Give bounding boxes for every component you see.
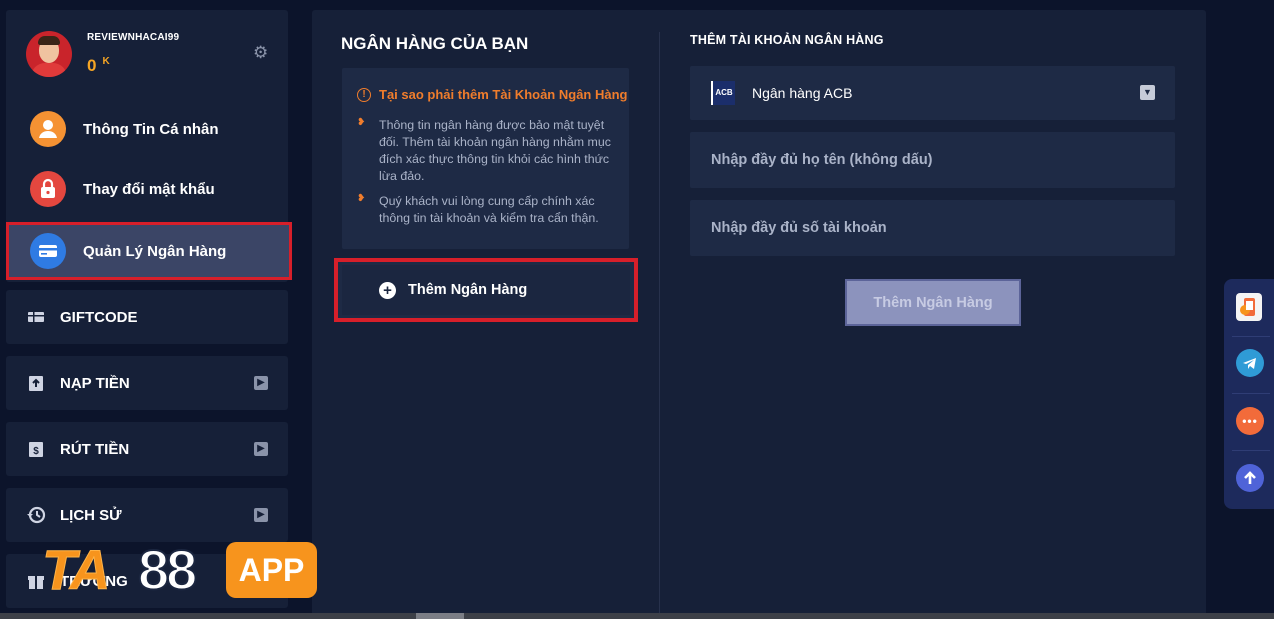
app-download-icon[interactable] (1236, 293, 1262, 321)
history-icon (26, 505, 46, 525)
info-bullet-text: Thông tin ngân hàng được bảo mật tuyệt đ… (379, 118, 611, 183)
avatar[interactable] (26, 31, 72, 77)
deposit-icon (26, 373, 46, 393)
bank-select[interactable]: ACB Ngân hàng ACB ▼ (690, 66, 1175, 120)
column-divider (659, 32, 660, 619)
acb-logo: ACB (711, 81, 735, 105)
warning-icon: ! (357, 87, 371, 102)
plus-icon: + (379, 281, 396, 299)
arrow-down-icon: ❥ (357, 117, 366, 128)
balance-value: 0 (87, 56, 97, 75)
scrollbar-thumb[interactable] (416, 613, 464, 619)
nav-label: RÚT TIỀN (60, 440, 130, 458)
gear-icon[interactable]: ⚙ (253, 44, 269, 61)
account-name-input[interactable] (690, 132, 1175, 188)
nav-label: LỊCH SỬ (60, 506, 122, 524)
withdraw-icon: $ (26, 439, 46, 459)
info-heading-text: Tại sao phải thêm Tài Khoản Ngân Hàng (379, 87, 628, 102)
nav-history[interactable]: LỊCH SỬ ▶ (6, 488, 288, 542)
chevron-down-icon[interactable]: ▼ (1140, 85, 1155, 100)
page-title: NGÂN HÀNG CỦA BẠN (341, 34, 529, 53)
account-number-field[interactable] (690, 200, 1175, 256)
horizontal-scrollbar[interactable] (0, 613, 1274, 619)
info-heading: ! Tại sao phải thêm Tài Khoản Ngân Hàng (357, 87, 627, 102)
user-icon (30, 111, 66, 147)
nav-label: GIFTCODE (60, 308, 138, 326)
sidebar: REVIEWNHACAI99 0K ⚙ Thông Tin Cá nhân Th… (6, 10, 292, 610)
submit-add-bank-button[interactable]: Thêm Ngân Hàng (845, 279, 1021, 326)
credit-card-icon (30, 233, 66, 269)
add-bank-button[interactable]: + Thêm Ngân Hàng (334, 258, 638, 322)
info-box: ! Tại sao phải thêm Tài Khoản Ngân Hàng … (342, 68, 629, 249)
add-bank-label: Thêm Ngân Hàng (408, 282, 528, 298)
chevron-right-icon: ▶ (254, 442, 268, 456)
account-number-input[interactable] (690, 200, 1175, 256)
sidebar-item-bank-management[interactable]: Quản Lý Ngân Hàng (6, 222, 292, 280)
sidebar-item-label: Thay đổi mật khẩu (83, 180, 215, 198)
watermark-brand-ta: TA (42, 538, 111, 601)
sidebar-item-label: Thông Tin Cá nhân (83, 120, 219, 138)
floating-contact-bar: ••• (1224, 279, 1274, 509)
info-bullet-text: Quý khách vui lòng cung cấp chính xác th… (379, 194, 599, 225)
nav-giftcode[interactable]: GIFTCODE (6, 290, 288, 344)
balance-unit: K (102, 56, 110, 68)
nav-withdraw[interactable]: $ RÚT TIỀN ▶ (6, 422, 288, 476)
nav-deposit[interactable]: NẠP TIỀN ▶ (6, 356, 288, 410)
sidebar-item-label: Quản Lý Ngân Hàng (83, 242, 227, 260)
main-panel: NGÂN HÀNG CỦA BẠN ! Tại sao phải thêm Tà… (312, 10, 1206, 619)
chat-icon[interactable]: ••• (1236, 407, 1264, 435)
arrow-down-icon: ❥ (357, 193, 366, 204)
svg-text:$: $ (33, 446, 39, 457)
chevron-right-icon: ▶ (254, 376, 268, 390)
sidebar-item-profile[interactable]: Thông Tin Cá nhân (6, 104, 288, 154)
selected-bank: Ngân hàng ACB (752, 85, 853, 101)
add-bank-button-inner[interactable]: + Thêm Ngân Hàng (342, 265, 630, 315)
account-name-field[interactable] (690, 132, 1175, 188)
watermark-brand-88: 88 (137, 538, 198, 601)
info-bullet: ❥ Thông tin ngân hàng được bảo mật tuyệt… (357, 117, 619, 185)
scroll-top-icon[interactable] (1236, 464, 1264, 492)
watermark-brand-app: APP (226, 542, 317, 598)
info-bullet: ❥ Quý khách vui lòng cung cấp chính xác … (357, 193, 619, 227)
ticket-icon (26, 307, 46, 327)
username: REVIEWNHACAI99 (87, 32, 180, 43)
profile-card: REVIEWNHACAI99 0K ⚙ Thông Tin Cá nhân Th… (6, 10, 292, 282)
lock-icon (30, 171, 66, 207)
chevron-right-icon: ▶ (254, 508, 268, 522)
balance: 0K (87, 56, 110, 76)
sidebar-item-change-password[interactable]: Thay đổi mật khẩu (6, 164, 288, 214)
brand-watermark: TA 88 APP (42, 538, 318, 601)
add-account-title: THÊM TÀI KHOẢN NGÂN HÀNG (690, 33, 884, 47)
telegram-icon[interactable] (1236, 349, 1264, 377)
nav-label: NẠP TIỀN (60, 374, 130, 392)
